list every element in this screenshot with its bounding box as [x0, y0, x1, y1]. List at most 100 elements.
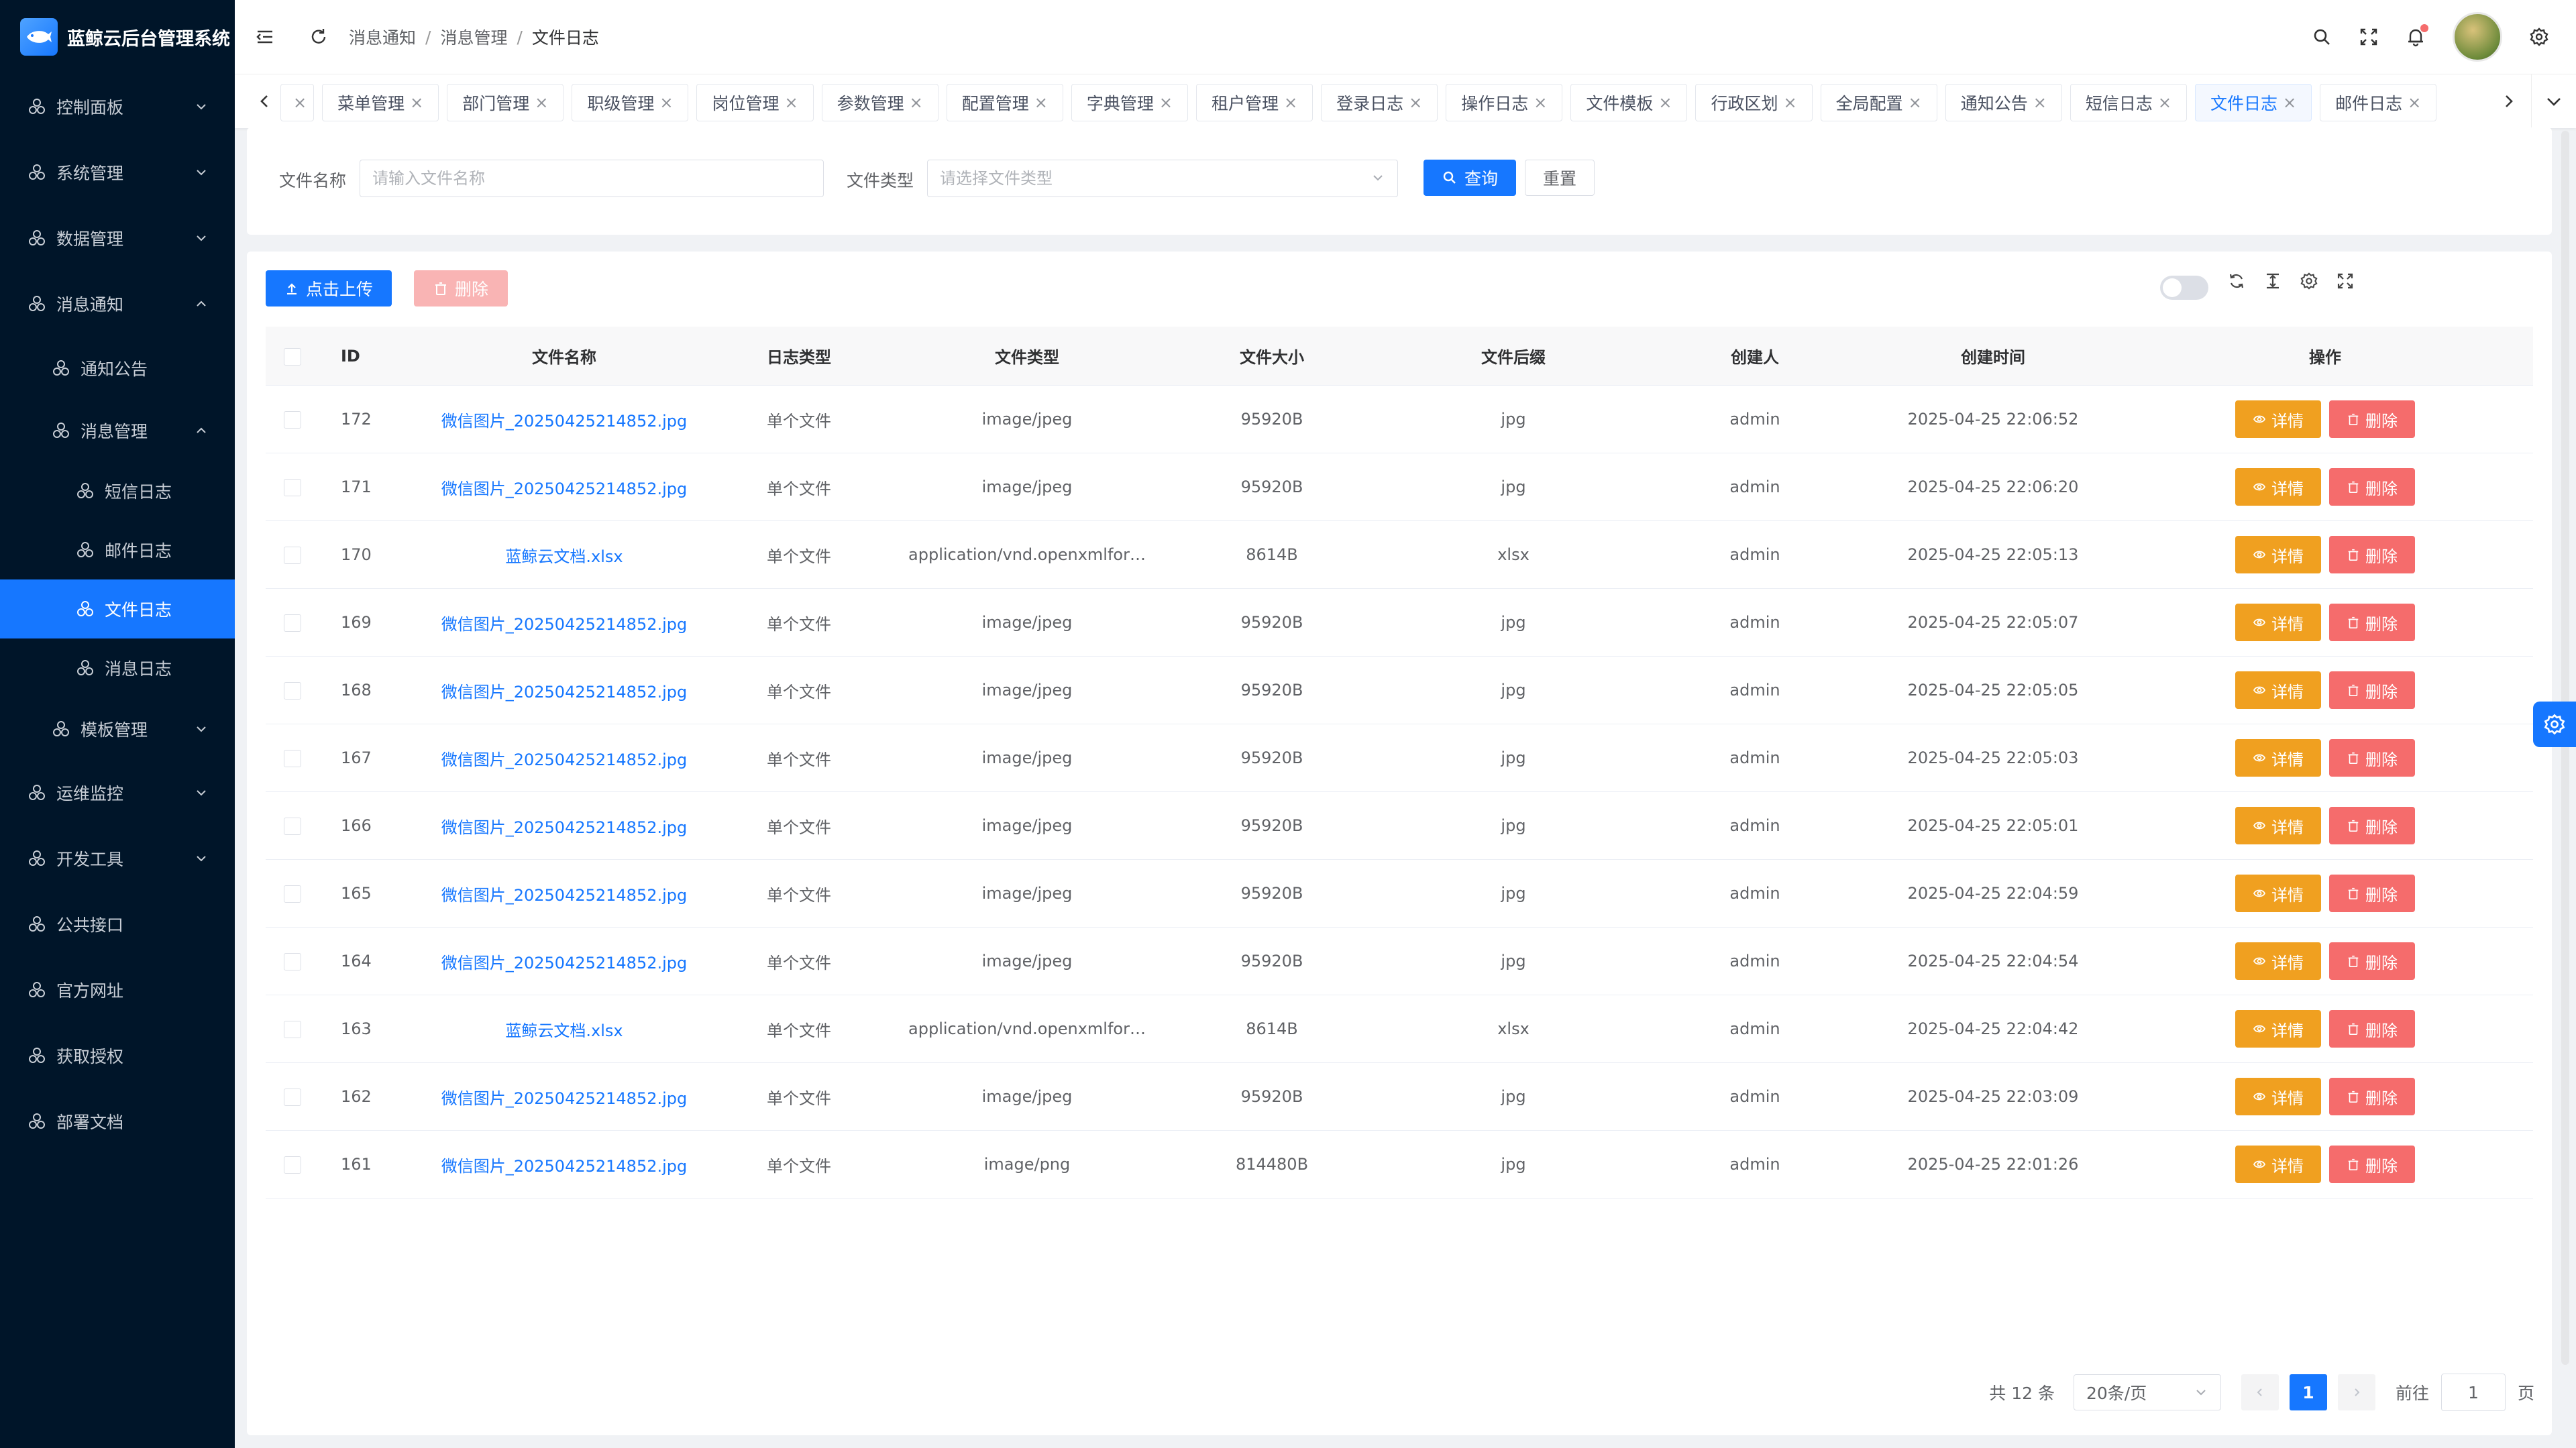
- sidebar-item[interactable]: 模板管理: [0, 698, 235, 760]
- row-checkbox[interactable]: [284, 411, 301, 429]
- row-delete-button[interactable]: 删除: [2329, 1010, 2415, 1048]
- close-icon[interactable]: ×: [1784, 93, 1797, 112]
- theme-settings-button[interactable]: [2533, 702, 2576, 747]
- row-checkbox[interactable]: [284, 614, 301, 632]
- detail-button[interactable]: 详情: [2235, 1146, 2321, 1183]
- row-checkbox[interactable]: [284, 885, 301, 903]
- tab[interactable]: 岗位管理 ×: [696, 84, 814, 121]
- detail-button[interactable]: 详情: [2235, 400, 2321, 438]
- row-checkbox[interactable]: [284, 1156, 301, 1174]
- file-name-link[interactable]: 微信图片_20250425214852.jpg: [441, 615, 688, 634]
- file-type-select[interactable]: [927, 160, 1398, 197]
- row-checkbox[interactable]: [284, 818, 301, 835]
- close-icon[interactable]: ×: [410, 93, 423, 112]
- tab[interactable]: 短信日志 ×: [2070, 84, 2187, 121]
- close-icon[interactable]: ×: [910, 93, 923, 112]
- sidebar-item[interactable]: 获取授权: [0, 1023, 235, 1089]
- tab[interactable]: 邮件日志 ×: [2320, 84, 2437, 121]
- sidebar-item[interactable]: 短信日志: [0, 461, 235, 520]
- tab[interactable]: 操作日志 ×: [1446, 84, 1563, 121]
- tab[interactable]: 职级管理 ×: [572, 84, 689, 121]
- row-checkbox[interactable]: [284, 547, 301, 564]
- sidebar-item[interactable]: 数据管理: [0, 205, 235, 271]
- tabs-scroll-right-icon[interactable]: [2496, 87, 2522, 116]
- sidebar-item[interactable]: 消息日志: [0, 638, 235, 698]
- avatar[interactable]: [2453, 12, 2502, 62]
- sidebar-item[interactable]: 通知公告: [0, 337, 235, 399]
- row-delete-button[interactable]: 删除: [2329, 739, 2415, 777]
- close-icon[interactable]: ×: [2158, 93, 2171, 112]
- row-delete-button[interactable]: 删除: [2329, 1146, 2415, 1183]
- breadcrumb-item[interactable]: 消息管理: [440, 25, 507, 49]
- sidebar-item[interactable]: 运维监控: [0, 760, 235, 826]
- sidebar-item[interactable]: 公共接口: [0, 891, 235, 957]
- sidebar-item[interactable]: 消息管理: [0, 399, 235, 461]
- detail-button[interactable]: 详情: [2235, 807, 2321, 844]
- tab[interactable]: 登录日志 ×: [1321, 84, 1438, 121]
- row-delete-button[interactable]: 删除: [2329, 671, 2415, 709]
- sidebar-item[interactable]: 官方网址: [0, 957, 235, 1023]
- column-settings-icon[interactable]: [2300, 272, 2318, 290]
- row-checkbox[interactable]: [284, 479, 301, 496]
- tab[interactable]: 部门管理 ×: [447, 84, 564, 121]
- detail-button[interactable]: 详情: [2235, 739, 2321, 777]
- detail-button[interactable]: 详情: [2235, 1078, 2321, 1115]
- row-checkbox[interactable]: [284, 1089, 301, 1106]
- refresh-icon[interactable]: [309, 27, 329, 47]
- row-checkbox[interactable]: [284, 1021, 301, 1038]
- page-size-select[interactable]: 20条/页: [2073, 1374, 2221, 1410]
- file-name-link[interactable]: 蓝鲸云文档.xlsx: [505, 547, 623, 566]
- sidebar-item[interactable]: 邮件日志: [0, 520, 235, 579]
- sidebar-item[interactable]: 消息通知: [0, 271, 235, 337]
- column-height-icon[interactable]: [2263, 272, 2282, 290]
- tab[interactable]: 行政区划 ×: [1695, 84, 1813, 121]
- close-icon[interactable]: ×: [659, 93, 673, 112]
- row-delete-button[interactable]: 删除: [2329, 807, 2415, 844]
- sidebar-item[interactable]: 开发工具: [0, 826, 235, 891]
- refresh-icon[interactable]: [2227, 272, 2246, 290]
- detail-button[interactable]: 详情: [2235, 671, 2321, 709]
- tab[interactable]: 配置管理 ×: [946, 84, 1063, 121]
- prev-page-button[interactable]: [2241, 1374, 2279, 1410]
- detail-button[interactable]: 详情: [2235, 604, 2321, 641]
- tabs-scroll-left-icon[interactable]: [251, 87, 278, 116]
- tab[interactable]: 租户管理 ×: [1195, 84, 1313, 121]
- detail-button[interactable]: 详情: [2235, 468, 2321, 506]
- file-name-link[interactable]: 微信图片_20250425214852.jpg: [441, 480, 688, 498]
- row-checkbox[interactable]: [284, 682, 301, 700]
- sidebar-item[interactable]: 控制面板: [0, 74, 235, 140]
- close-icon[interactable]: ×: [2283, 93, 2296, 112]
- upload-button[interactable]: 点击上传: [266, 270, 392, 307]
- collapse-menu-icon[interactable]: [255, 27, 275, 47]
- file-type-select-input[interactable]: [928, 160, 1397, 197]
- file-name-input[interactable]: [360, 160, 823, 197]
- search-icon[interactable]: [2312, 27, 2332, 47]
- file-name-link[interactable]: 微信图片_20250425214852.jpg: [441, 683, 688, 702]
- tabs-dropdown-icon[interactable]: [2531, 74, 2576, 128]
- close-icon[interactable]: ×: [293, 93, 307, 112]
- row-checkbox[interactable]: [284, 750, 301, 767]
- detail-button[interactable]: 详情: [2235, 1010, 2321, 1048]
- close-icon[interactable]: ×: [535, 93, 548, 112]
- notification-bell-icon[interactable]: [2406, 24, 2428, 47]
- tab[interactable]: 文件日志 ×: [2194, 84, 2312, 121]
- file-name-link[interactable]: 微信图片_20250425214852.jpg: [441, 1089, 688, 1108]
- detail-button[interactable]: 详情: [2235, 942, 2321, 980]
- close-icon[interactable]: ×: [1534, 93, 1547, 112]
- select-all-checkbox[interactable]: [284, 347, 301, 366]
- tab[interactable]: 通知公告 ×: [1945, 84, 2062, 121]
- sidebar-item[interactable]: 系统管理: [0, 140, 235, 205]
- close-icon[interactable]: ×: [2033, 93, 2047, 112]
- row-delete-button[interactable]: 删除: [2329, 942, 2415, 980]
- close-icon[interactable]: ×: [1409, 93, 1422, 112]
- close-icon[interactable]: ×: [1658, 93, 1672, 112]
- sidebar-item[interactable]: 部署文档: [0, 1089, 235, 1154]
- next-page-button[interactable]: [2337, 1374, 2375, 1410]
- close-icon[interactable]: ×: [1284, 93, 1297, 112]
- tab-close-partial[interactable]: ×: [280, 84, 315, 121]
- file-name-link[interactable]: 微信图片_20250425214852.jpg: [441, 1157, 688, 1176]
- query-button[interactable]: 查询: [1424, 160, 1516, 196]
- file-name-link[interactable]: 微信图片_20250425214852.jpg: [441, 412, 688, 431]
- file-name-link[interactable]: 微信图片_20250425214852.jpg: [441, 886, 688, 905]
- page-number-button[interactable]: 1: [2289, 1374, 2327, 1410]
